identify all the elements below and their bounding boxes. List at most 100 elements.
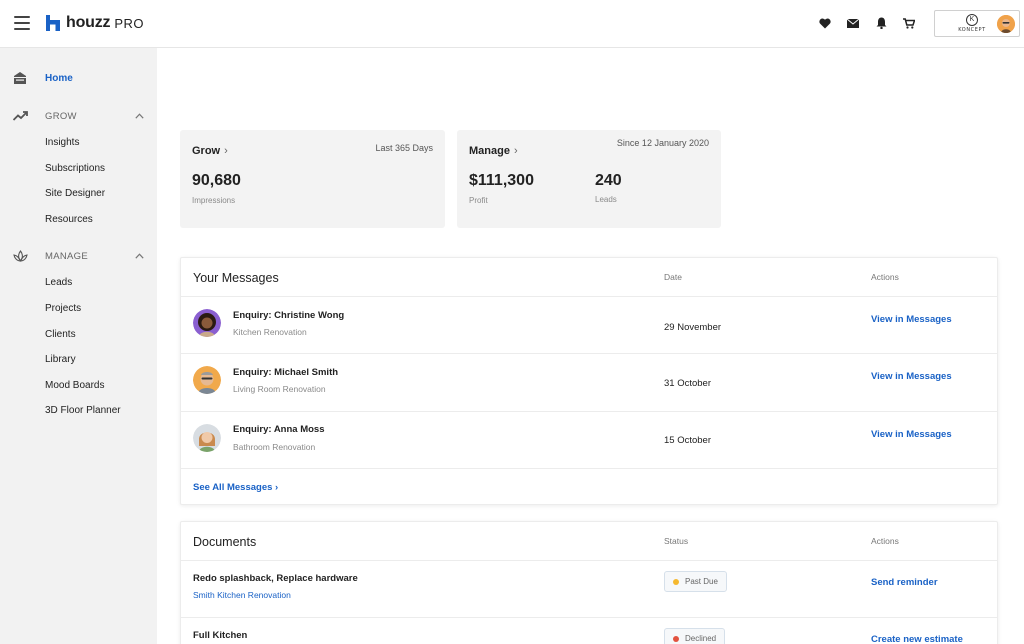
menu-icon[interactable] [14,16,30,30]
sidebar: Home GROW Insights Subscriptions Site De… [0,48,157,644]
impressions-label: Impressions [192,196,236,205]
houzz-pro-logo[interactable]: houzz PRO [46,14,144,32]
message-date: 31 October [664,378,711,389]
leads-value: 240 [595,172,622,189]
account-switcher[interactable]: K KONCEPT [934,10,1020,37]
sidebar-section-grow[interactable]: GROW [0,105,157,127]
sidebar-item-label: Leads [45,276,73,288]
view-in-messages-link[interactable]: View in Messages [871,371,952,382]
chevron-right-icon: › [513,145,518,157]
grow-card-title-text: Grow [192,145,221,157]
main-content: Grow › Last 365 Days 90,680 Impressions M… [157,60,1019,644]
manage-card-title[interactable]: Manage › [469,145,518,157]
sidebar-item-label: 3D Floor Planner [45,404,121,416]
sidebar-item-3d-floor-planner[interactable]: 3D Floor Planner [0,399,157,421]
sidebar-item-label: Library [45,353,76,365]
document-project-link[interactable]: Smith Kitchen Renovation [193,590,291,600]
chevron-up-icon[interactable] [135,113,144,119]
divider [181,296,997,297]
sidebar-item-clients[interactable]: Clients [0,323,157,345]
status-text: Past Due [685,577,718,586]
avatar [193,424,221,452]
houzz-logo-icon [46,15,60,31]
sidebar-item-subscriptions[interactable]: Subscriptions [0,157,157,179]
send-reminder-link[interactable]: Send reminder [871,577,938,588]
sidebar-item-label: Insights [45,136,80,148]
document-title: Full Kitchen [193,630,248,641]
divider [181,411,997,412]
message-title: Enquiry: Christine Wong [233,310,345,321]
divider [181,617,997,618]
sidebar-item-label: Projects [45,302,82,314]
status-text: Declined [685,634,717,643]
sidebar-item-label: Mood Boards [45,379,105,391]
message-title: Enquiry: Anna Moss [233,424,325,435]
avatar [193,366,221,394]
leads-label: Leads [595,195,617,204]
manage-stat-card[interactable]: Manage › Since 12 January 2020 $111,300 P… [457,130,721,228]
grow-date-range: Last 365 Days [375,143,433,153]
business-logo: K KONCEPT [947,14,997,33]
home-icon [12,70,28,86]
sidebar-section-title: GROW [45,110,77,122]
user-avatar [997,14,1015,33]
sidebar-item-label: Site Designer [45,187,106,199]
status-badge: Declined [664,628,726,644]
grow-stat-card[interactable]: Grow › Last 365 Days 90,680 Impressions [180,130,445,228]
sidebar-item-home[interactable]: Home [0,67,157,89]
lotus-icon [12,248,28,264]
sidebar-section-title: MANAGE [45,250,88,262]
chevron-right-icon: › [224,145,228,157]
messages-panel: Your Messages Date Actions Enquiry: Chri… [180,257,998,505]
manage-card-title-text: Manage [469,145,510,157]
message-date: 15 October [664,435,711,446]
avatar [193,309,221,337]
cart-icon[interactable] [902,15,916,31]
chevron-up-icon[interactable] [135,253,144,259]
sidebar-item-projects[interactable]: Projects [0,297,157,319]
message-project: Living Room Renovation [233,384,326,394]
grow-card-title[interactable]: Grow › [192,145,228,157]
divider [181,468,997,469]
message-project: Kitchen Renovation [233,327,307,337]
sidebar-item-insights[interactable]: Insights [0,131,157,153]
top-icon-group [818,15,916,31]
message-title: Enquiry: Michael Smith [233,367,339,378]
documents-panel: Documents Status Actions Redo splashback… [180,521,998,644]
sidebar-item-site-designer[interactable]: Site Designer [0,182,157,204]
sidebar-item-mood-boards[interactable]: Mood Boards [0,374,157,396]
date-column-header: Date [664,272,682,282]
actions-column-header: Actions [871,272,899,282]
mail-icon[interactable] [846,15,860,31]
trend-up-icon [12,108,28,124]
sidebar-item-label: Clients [45,328,76,340]
view-in-messages-link[interactable]: View in Messages [871,314,952,325]
business-name: KONCEPT [958,27,986,33]
koncept-emblem-icon: K [966,14,978,26]
heart-icon[interactable] [818,15,832,31]
sidebar-item-label: Home [45,72,73,84]
impressions-value: 90,680 [192,172,241,189]
create-new-estimate-link[interactable]: Create new estimate [871,634,963,644]
brand-name: houzz [66,14,111,31]
messages-title: Your Messages [193,271,279,285]
bell-icon[interactable] [874,15,888,31]
status-column-header: Status [664,536,689,546]
sidebar-item-library[interactable]: Library [0,348,157,370]
sidebar-item-label: Resources [45,213,93,225]
sidebar-section-manage[interactable]: MANAGE [0,245,157,267]
see-all-messages-link[interactable]: See All Messages › [193,482,278,493]
divider [181,560,997,561]
status-badge: Past Due [664,571,727,592]
status-dot-icon [673,635,679,642]
sidebar-item-leads[interactable]: Leads [0,271,157,293]
manage-date-range: Since 12 January 2020 [616,138,709,148]
sidebar-item-label: Subscriptions [45,162,106,174]
sidebar-item-resources[interactable]: Resources [0,208,157,230]
brand-suffix: PRO [114,15,144,31]
top-bar: houzz PRO K KONCEPT [0,0,1024,48]
message-project: Bathroom Renovation [233,442,316,452]
message-date: 29 November [664,322,722,333]
view-in-messages-link[interactable]: View in Messages [871,429,952,440]
documents-title: Documents [193,535,257,549]
